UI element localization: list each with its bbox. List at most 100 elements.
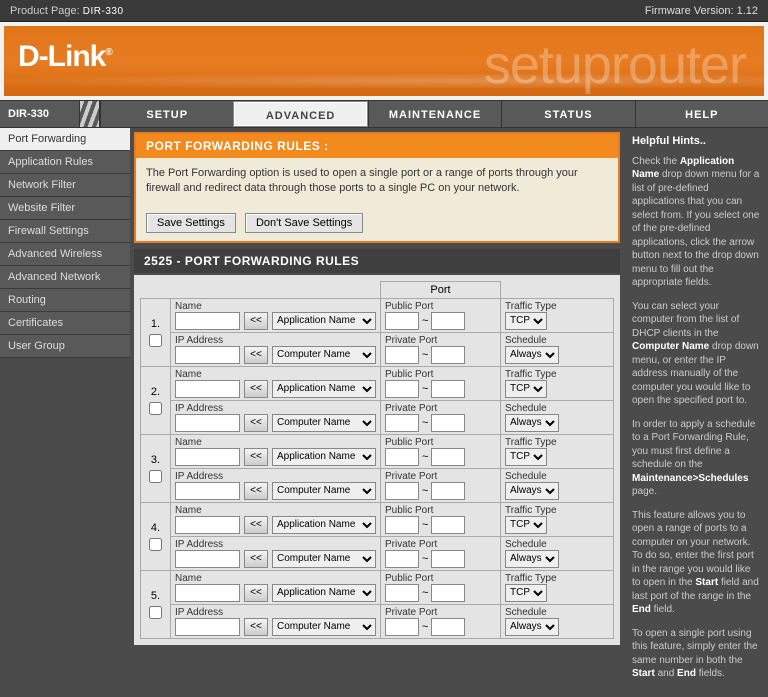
rule-4-application-select[interactable]: Application Name [272, 516, 376, 534]
tab-advanced[interactable]: ADVANCED [233, 101, 367, 127]
rule-1-ip-input[interactable] [175, 346, 240, 364]
ip-address-label: IP Address [175, 403, 376, 414]
rule-3-copy-computer-button[interactable]: << [244, 482, 268, 500]
rule-2-public-port-cell: Public Port~ [381, 366, 501, 400]
rule-2-schedule-select[interactable]: Always [505, 414, 559, 432]
rule-3-private-port-end[interactable] [431, 482, 465, 500]
rule-3-copy-app-button[interactable]: << [244, 448, 268, 466]
rule-2-private-port-end[interactable] [431, 414, 465, 432]
rule-3-ip-cell: IP Address<<Computer Name [171, 468, 381, 502]
rule-4-public-port-cell: Public Port~ [381, 502, 501, 536]
rule-4-traffic-select[interactable]: TCP [505, 516, 547, 534]
sidebar-item-port-forwarding[interactable]: Port Forwarding [0, 128, 130, 151]
rule-5-copy-computer-button[interactable]: << [244, 618, 268, 636]
rule-4-ip-input[interactable] [175, 550, 240, 568]
rule-4-enable-checkbox[interactable] [149, 538, 162, 551]
rule-5-name-cell: Name<<Application Name [171, 570, 381, 604]
tab-help[interactable]: HELP [635, 101, 768, 127]
rule-3-public-port-start[interactable] [385, 448, 419, 466]
rule-2-public-port-start[interactable] [385, 380, 419, 398]
rule-2-ip-cell: IP Address<<Computer Name [171, 400, 381, 434]
tab-maintenance[interactable]: MAINTENANCE [368, 101, 501, 127]
rule-5-name-input[interactable] [175, 584, 240, 602]
rule-1-application-select[interactable]: Application Name [272, 312, 376, 330]
firmware-version: Firmware Version: 1.12 [645, 5, 758, 17]
rule-4-copy-app-button[interactable]: << [244, 516, 268, 534]
rule-2-computer-select[interactable]: Computer Name [272, 414, 376, 432]
rule-3-public-port-end[interactable] [431, 448, 465, 466]
rule-4-private-port-end[interactable] [431, 550, 465, 568]
rule-2-private-port-start[interactable] [385, 414, 419, 432]
sidebar-item-firewall-settings[interactable]: Firewall Settings [0, 220, 130, 243]
rule-3-enable-checkbox[interactable] [149, 470, 162, 483]
rule-5-application-select[interactable]: Application Name [272, 584, 376, 602]
product-page-label: Product Page: [10, 5, 80, 17]
rule-4-private-port-cell: Private Port~ [381, 536, 501, 570]
rule-5-private-port-start[interactable] [385, 618, 419, 636]
rule-3-ip-input[interactable] [175, 482, 240, 500]
sidebar-item-certificates[interactable]: Certificates [0, 312, 130, 335]
rule-5-computer-select[interactable]: Computer Name [272, 618, 376, 636]
rule-5-traffic-select[interactable]: TCP [505, 584, 547, 602]
rule-3-index: 3. [141, 434, 171, 502]
rule-1-copy-computer-button[interactable]: << [244, 346, 268, 364]
rule-5-index: 5. [141, 570, 171, 638]
rule-5-public-port-end[interactable] [431, 584, 465, 602]
rule-1-traffic-select[interactable]: TCP [505, 312, 547, 330]
rule-4-schedule-select[interactable]: Always [505, 550, 559, 568]
public-port-label: Public Port [385, 369, 496, 380]
rule-3-private-port-start[interactable] [385, 482, 419, 500]
rule-5-enable-checkbox[interactable] [149, 606, 162, 619]
rule-1-name-input[interactable] [175, 312, 240, 330]
rule-1-public-port-end[interactable] [431, 312, 465, 330]
rule-4-copy-computer-button[interactable]: << [244, 550, 268, 568]
rule-3-application-select[interactable]: Application Name [272, 448, 376, 466]
rule-4-public-port-start[interactable] [385, 516, 419, 534]
sidebar-item-user-group[interactable]: User Group [0, 335, 130, 358]
sidebar-item-advanced-network[interactable]: Advanced Network [0, 266, 130, 289]
rule-4-private-port-start[interactable] [385, 550, 419, 568]
rule-3-traffic-select[interactable]: TCP [505, 448, 547, 466]
rule-1-private-port-start[interactable] [385, 346, 419, 364]
rule-3-name-input[interactable] [175, 448, 240, 466]
rule-4-public-port-end[interactable] [431, 516, 465, 534]
rule-2-public-port-end[interactable] [431, 380, 465, 398]
rule-4-name-input[interactable] [175, 516, 240, 534]
rule-2-name-input[interactable] [175, 380, 240, 398]
rule-2-traffic-select[interactable]: TCP [505, 380, 547, 398]
public-port-label: Public Port [385, 301, 496, 312]
rule-5-schedule-select[interactable]: Always [505, 618, 559, 636]
rule-2-application-select[interactable]: Application Name [272, 380, 376, 398]
rule-2-ip-input[interactable] [175, 414, 240, 432]
rule-2-enable-checkbox[interactable] [149, 402, 162, 415]
sidebar-item-routing[interactable]: Routing [0, 289, 130, 312]
rule-1-enable-checkbox[interactable] [149, 334, 162, 347]
rule-2-copy-app-button[interactable]: << [244, 380, 268, 398]
tab-setup[interactable]: SETUP [100, 101, 233, 127]
rule-2-index: 2. [141, 366, 171, 434]
rule-1-public-port-start[interactable] [385, 312, 419, 330]
sidebar-item-application-rules[interactable]: Application Rules [0, 151, 130, 174]
rule-4-name-cell: Name<<Application Name [171, 502, 381, 536]
rule-5-public-port-start[interactable] [385, 584, 419, 602]
rule-5-copy-app-button[interactable]: << [244, 584, 268, 602]
rule-5-public-port-cell: Public Port~ [381, 570, 501, 604]
sidebar-item-advanced-wireless[interactable]: Advanced Wireless [0, 243, 130, 266]
sidebar-item-website-filter[interactable]: Website Filter [0, 197, 130, 220]
rule-4-computer-select[interactable]: Computer Name [272, 550, 376, 568]
rule-3-computer-select[interactable]: Computer Name [272, 482, 376, 500]
sidebar-item-network-filter[interactable]: Network Filter [0, 174, 130, 197]
product-model[interactable]: DIR-330 [83, 6, 124, 17]
rule-1-schedule-select[interactable]: Always [505, 346, 559, 364]
rule-5-ip-input[interactable] [175, 618, 240, 636]
rule-3-schedule-select[interactable]: Always [505, 482, 559, 500]
rule-1-computer-select[interactable]: Computer Name [272, 346, 376, 364]
rule-2-copy-computer-button[interactable]: << [244, 414, 268, 432]
rule-1-private-port-end[interactable] [431, 346, 465, 364]
name-label: Name [175, 369, 376, 380]
rule-1-copy-app-button[interactable]: << [244, 312, 268, 330]
rule-5-private-port-end[interactable] [431, 618, 465, 636]
tab-status[interactable]: STATUS [501, 101, 634, 127]
save-settings-button[interactable]: Save Settings [146, 213, 236, 233]
dont-save-settings-button[interactable]: Don't Save Settings [245, 213, 363, 233]
